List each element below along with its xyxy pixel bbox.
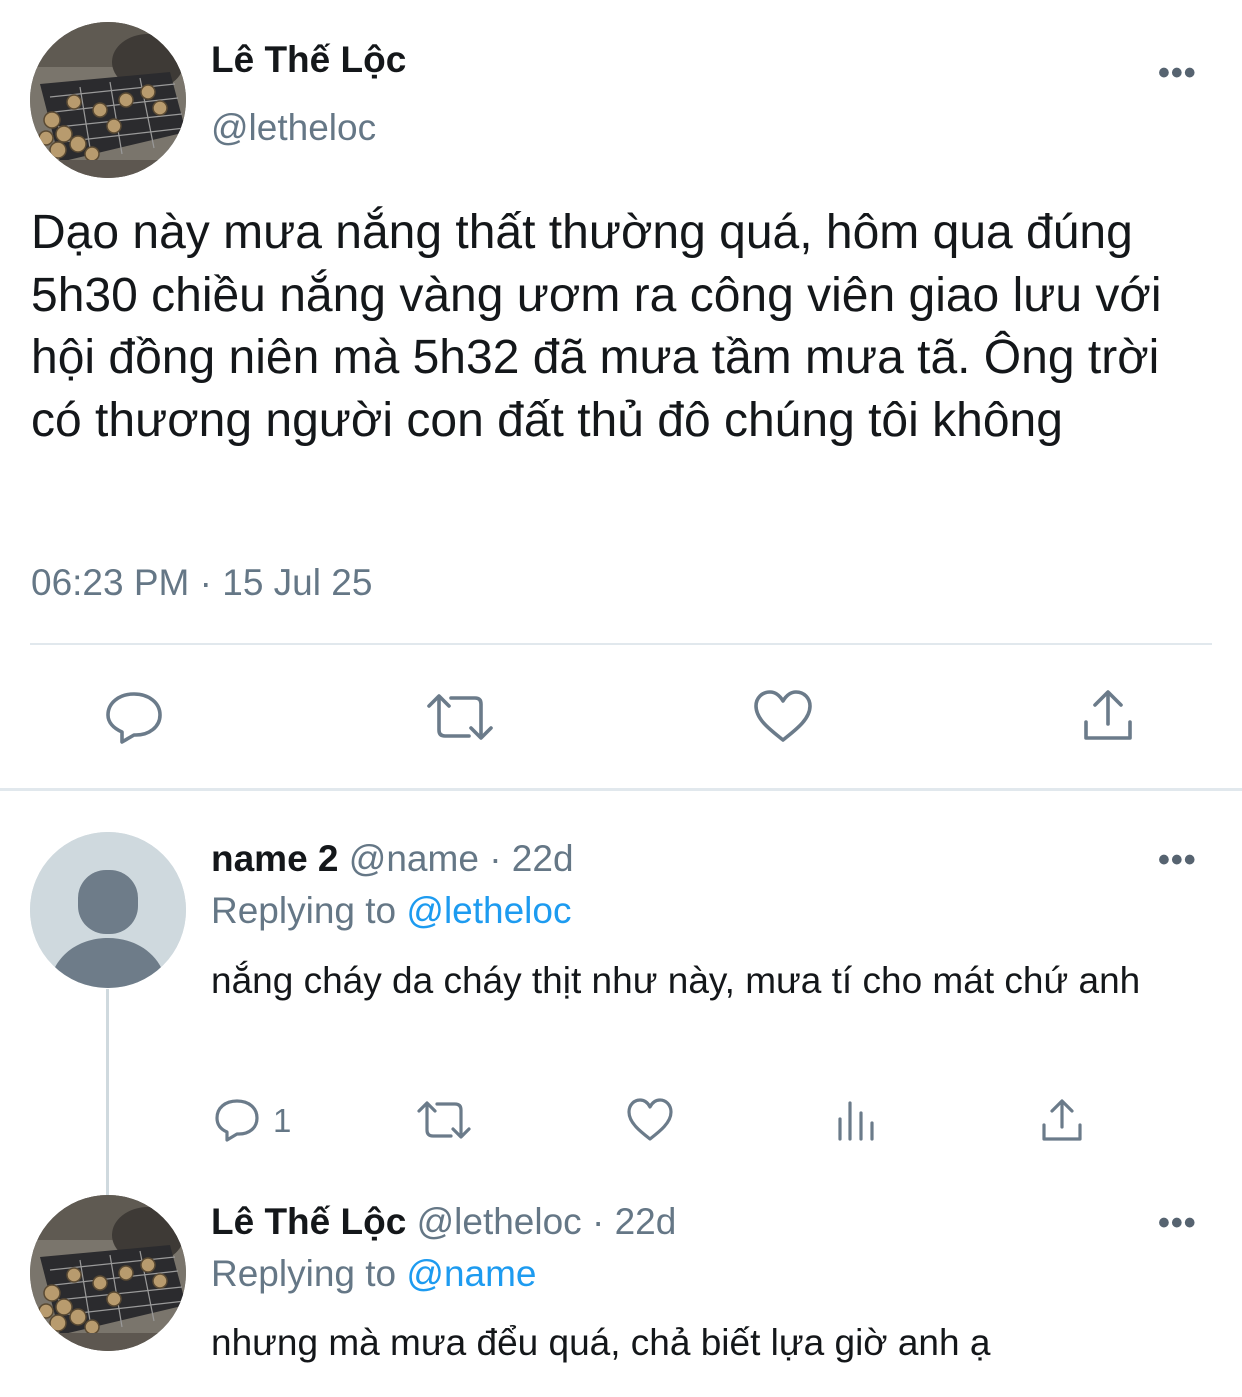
- retweet-icon: [417, 1101, 471, 1139]
- replying-to-label: Replying to: [211, 1253, 397, 1294]
- tweet-timestamp: 06:23 PM · 15 Jul 25: [31, 562, 373, 603]
- share-button[interactable]: [1040, 1097, 1084, 1143]
- replying-to-handle[interactable]: @name: [406, 1253, 536, 1294]
- author-avatar[interactable]: [30, 1195, 186, 1351]
- more-options-button[interactable]: •••: [1158, 56, 1197, 90]
- tweet-text: Dạo này mưa nắng thất thường quá, hôm qu…: [31, 206, 1162, 447]
- more-options-button[interactable]: •••: [1158, 843, 1197, 877]
- share-button[interactable]: [1080, 688, 1136, 744]
- retweet-button[interactable]: [425, 692, 495, 742]
- replying-to: Replying to @letheloc: [211, 889, 571, 933]
- reply-text: nắng cháy da cháy thịt như này, mưa tí c…: [211, 960, 1141, 1001]
- reply-button[interactable]: [103, 688, 165, 744]
- reply-tweet: name 2 @name · 22d ••• Replying to @leth…: [0, 791, 1242, 1197]
- main-tweet: Lê Thế Lộc @letheloc ••• Dạo này mưa nắn…: [0, 0, 1242, 790]
- more-options-button[interactable]: •••: [1158, 1206, 1197, 1240]
- divider: [30, 643, 1212, 645]
- retweet-icon: [427, 694, 493, 740]
- author-display-name[interactable]: Lê Thế Lộc: [211, 38, 406, 82]
- replying-to: Replying to @name: [211, 1252, 537, 1296]
- like-button[interactable]: [752, 688, 814, 744]
- analytics-button[interactable]: [835, 1099, 877, 1141]
- reply-button[interactable]: 1: [213, 1097, 303, 1143]
- reply-handle-time[interactable]: @letheloc · 22d: [417, 1201, 677, 1242]
- share-icon: [1084, 690, 1132, 740]
- like-icon: [627, 1098, 673, 1141]
- default-avatar[interactable]: [30, 832, 186, 988]
- reply-count: 1: [273, 1102, 292, 1139]
- share-icon: [1042, 1099, 1082, 1141]
- thread-line: [106, 989, 109, 1197]
- reply-header: name 2 @name · 22d: [211, 837, 574, 881]
- retweet-button[interactable]: [416, 1099, 472, 1141]
- reply-handle-time[interactable]: @name · 22d: [349, 838, 574, 879]
- author-handle[interactable]: @letheloc: [211, 106, 376, 150]
- reply-text: nhưng mà mưa đểu quá, chả biết lựa giờ a…: [211, 1322, 991, 1363]
- reply-header: Lê Thế Lộc @letheloc · 22d: [211, 1200, 676, 1244]
- like-button[interactable]: [626, 1097, 674, 1143]
- reply-display-name[interactable]: name 2: [211, 838, 339, 879]
- like-icon: [754, 690, 812, 742]
- reply-display-name[interactable]: Lê Thế Lộc: [211, 1201, 406, 1242]
- analytics-icon: [838, 1101, 874, 1141]
- author-avatar[interactable]: [30, 22, 186, 178]
- replying-to-label: Replying to: [211, 890, 397, 931]
- reply-icon: [106, 692, 162, 744]
- replying-to-handle[interactable]: @letheloc: [406, 890, 571, 931]
- reply-icon: [215, 1099, 259, 1142]
- reply-tweet: Lê Thế Lộc @letheloc · 22d ••• Replying …: [0, 1191, 1242, 1397]
